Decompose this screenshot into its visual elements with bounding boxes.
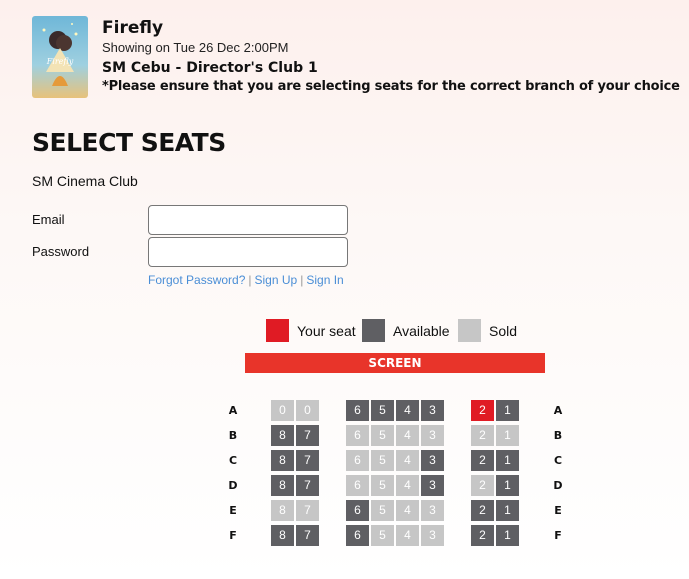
seat-f7[interactable]: 7 bbox=[296, 525, 319, 546]
seat-b1: 1 bbox=[496, 425, 519, 446]
row-label-b-left: B bbox=[228, 429, 238, 442]
seat-a0: 0 bbox=[296, 400, 319, 421]
sign-in-link[interactable]: Sign In bbox=[306, 273, 343, 287]
seat-d3[interactable]: 3 bbox=[421, 475, 444, 496]
poster-title-text: Firefly bbox=[46, 57, 74, 66]
showing-time: Showing on Tue 26 Dec 2:00PM bbox=[102, 40, 289, 55]
email-field[interactable] bbox=[148, 205, 348, 235]
seat-f2[interactable]: 2 bbox=[471, 525, 494, 546]
row-label-c-left: C bbox=[228, 454, 238, 467]
seat-c3[interactable]: 3 bbox=[421, 450, 444, 471]
seat-f1[interactable]: 1 bbox=[496, 525, 519, 546]
seat-e6[interactable]: 6 bbox=[346, 500, 369, 521]
row-label-d-left: D bbox=[228, 479, 238, 492]
legend-your-seat-label: Your seat bbox=[297, 322, 356, 339]
seat-a0: 0 bbox=[271, 400, 294, 421]
seat-a2[interactable]: 2 bbox=[471, 400, 494, 421]
seat-f4: 4 bbox=[396, 525, 419, 546]
seat-e2[interactable]: 2 bbox=[471, 500, 494, 521]
legend-available: Available bbox=[362, 319, 450, 342]
seat-f5: 5 bbox=[371, 525, 394, 546]
seat-f8[interactable]: 8 bbox=[271, 525, 294, 546]
seat-a5[interactable]: 5 bbox=[371, 400, 394, 421]
seat-f3: 3 bbox=[421, 525, 444, 546]
seat-e8: 8 bbox=[271, 500, 294, 521]
seat-e5: 5 bbox=[371, 500, 394, 521]
row-label-e-left: E bbox=[229, 504, 237, 517]
seat-d8[interactable]: 8 bbox=[271, 475, 294, 496]
row-label-f-right: F bbox=[554, 529, 562, 542]
seat-d1[interactable]: 1 bbox=[496, 475, 519, 496]
movie-poster: Firefly bbox=[32, 16, 88, 98]
seat-e4: 4 bbox=[396, 500, 419, 521]
seat-d5: 5 bbox=[371, 475, 394, 496]
seat-c6: 6 bbox=[346, 450, 369, 471]
seat-b8[interactable]: 8 bbox=[271, 425, 294, 446]
seat-c8[interactable]: 8 bbox=[271, 450, 294, 471]
forgot-password-link[interactable]: Forgot Password? bbox=[148, 273, 245, 287]
seat-a3[interactable]: 3 bbox=[421, 400, 444, 421]
seat-c4: 4 bbox=[396, 450, 419, 471]
seat-f6[interactable]: 6 bbox=[346, 525, 369, 546]
row-label-b-right: B bbox=[553, 429, 563, 442]
password-label: Password bbox=[32, 244, 90, 259]
screen-bar: SCREEN bbox=[245, 353, 545, 373]
seat-d2: 2 bbox=[471, 475, 494, 496]
legend-available-label: Available bbox=[393, 322, 450, 339]
seat-c1[interactable]: 1 bbox=[496, 450, 519, 471]
row-label-c-right: C bbox=[553, 454, 563, 467]
seat-c7[interactable]: 7 bbox=[296, 450, 319, 471]
seat-d7[interactable]: 7 bbox=[296, 475, 319, 496]
legend-sold-label: Sold bbox=[489, 322, 518, 339]
row-label-d-right: D bbox=[553, 479, 563, 492]
link-separator: | bbox=[248, 273, 252, 287]
row-label-f-left: F bbox=[229, 529, 237, 542]
seat-b7[interactable]: 7 bbox=[296, 425, 319, 446]
row-label-a-right: A bbox=[553, 404, 563, 417]
seat-e7: 7 bbox=[296, 500, 319, 521]
row-label-a-left: A bbox=[228, 404, 238, 417]
link-separator: | bbox=[300, 273, 304, 287]
seat-e1[interactable]: 1 bbox=[496, 500, 519, 521]
seat-b6: 6 bbox=[346, 425, 369, 446]
seat-b2: 2 bbox=[471, 425, 494, 446]
seat-a1[interactable]: 1 bbox=[496, 400, 519, 421]
seat-c5: 5 bbox=[371, 450, 394, 471]
seat-a6[interactable]: 6 bbox=[346, 400, 369, 421]
page-title: SELECT SEATS bbox=[32, 128, 226, 157]
legend-your-seat: Your seat bbox=[266, 319, 356, 342]
legend-sold: Sold bbox=[458, 319, 517, 342]
your-seat-swatch bbox=[266, 319, 289, 342]
row-label-e-right: E bbox=[554, 504, 562, 517]
seat-b4: 4 bbox=[396, 425, 419, 446]
login-links: Forgot Password? | Sign Up | Sign In bbox=[148, 273, 344, 287]
seat-d4: 4 bbox=[396, 475, 419, 496]
password-field[interactable] bbox=[148, 237, 348, 267]
sold-swatch bbox=[458, 319, 481, 342]
seat-e3: 3 bbox=[421, 500, 444, 521]
seat-c2[interactable]: 2 bbox=[471, 450, 494, 471]
poster-image: Firefly bbox=[32, 16, 88, 98]
club-label: SM Cinema Club bbox=[32, 173, 138, 189]
seat-d6: 6 bbox=[346, 475, 369, 496]
seat-a4[interactable]: 4 bbox=[396, 400, 419, 421]
branch-name: SM Cebu - Director's Club 1 bbox=[102, 60, 318, 76]
seat-b3: 3 bbox=[421, 425, 444, 446]
movie-title: Firefly bbox=[102, 18, 164, 38]
sign-up-link[interactable]: Sign Up bbox=[255, 273, 298, 287]
branch-warning: *Please ensure that you are selecting se… bbox=[102, 79, 680, 94]
email-label: Email bbox=[32, 212, 65, 227]
seat-b5: 5 bbox=[371, 425, 394, 446]
available-swatch bbox=[362, 319, 385, 342]
